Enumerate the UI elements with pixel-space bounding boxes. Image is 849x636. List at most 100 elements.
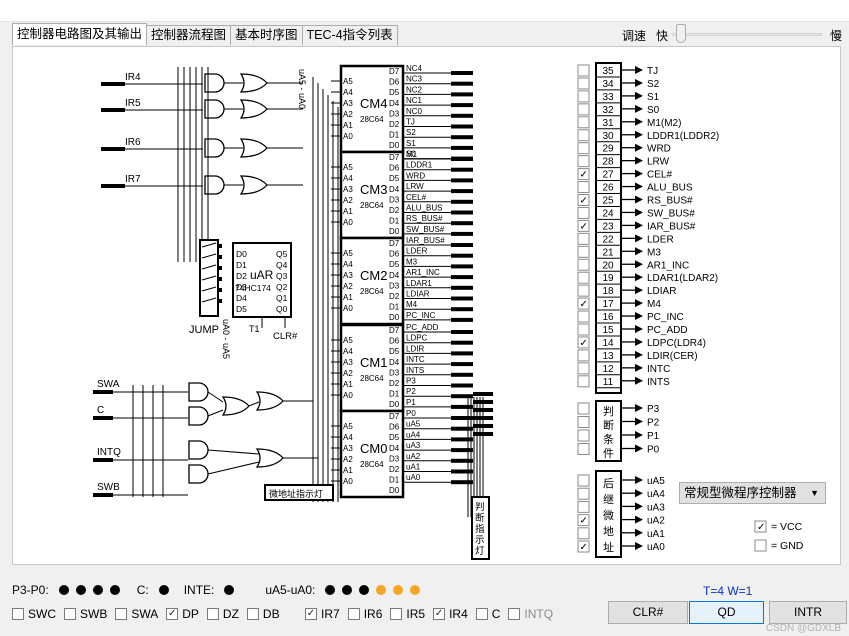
rom-output-label: M1 xyxy=(406,150,418,159)
signal-checkbox-16[interactable] xyxy=(577,310,590,323)
switch-ir7-checkbox[interactable]: ✓ xyxy=(305,608,317,620)
next-checkbox-ua1[interactable] xyxy=(577,527,590,540)
signal-checkbox-33[interactable] xyxy=(577,90,590,103)
tab-flowchart[interactable]: 控制器流程图 xyxy=(146,25,232,45)
signal-checkbox-12[interactable] xyxy=(577,362,590,375)
speed-control: 调速 快 xyxy=(622,27,668,44)
signal-checkbox-18[interactable] xyxy=(577,284,590,297)
judge-checkbox-p0[interactable] xyxy=(577,443,590,455)
or-gate-2 xyxy=(255,391,284,411)
output-lamp xyxy=(451,307,473,312)
switch-swa-checkbox[interactable] xyxy=(115,608,128,620)
signal-checkbox-21[interactable] xyxy=(577,245,590,258)
signal-checkbox-28[interactable] xyxy=(577,155,590,168)
signal-checkbox-24[interactable] xyxy=(577,206,590,219)
rom-data-pin: D3 xyxy=(389,368,400,377)
signal-number-35: 35 xyxy=(602,66,614,77)
qd-button[interactable]: QD xyxy=(689,601,764,624)
output-lamp xyxy=(451,469,473,474)
rom-data-pin: D5 xyxy=(389,174,400,183)
signal-checkbox-34[interactable] xyxy=(577,77,590,90)
signal-checkbox-13[interactable] xyxy=(577,349,590,362)
wire xyxy=(207,391,224,403)
or-gate-ir5 xyxy=(239,99,268,119)
signal-name-22: LDER xyxy=(647,234,674,245)
tab-instruction-list[interactable]: TEC-4指令列表 xyxy=(301,25,398,45)
judge-light-char: 断 xyxy=(475,512,485,524)
rom-addr-pin: A5 xyxy=(343,422,353,431)
next-addr-char: 址 xyxy=(603,540,614,554)
switch-c-checkbox[interactable] xyxy=(475,608,488,620)
tab-timing[interactable]: 基本时序图 xyxy=(230,25,303,45)
switch-ir6-checkbox[interactable] xyxy=(347,608,360,620)
switch-db-checkbox[interactable] xyxy=(246,608,259,620)
signal-checkbox-19[interactable] xyxy=(577,271,590,284)
switch-ir4-checkbox[interactable]: ✓ xyxy=(433,608,446,620)
rom-addr-pin: A1 xyxy=(343,466,353,475)
output-lamp xyxy=(451,458,473,463)
arrow-right-icon xyxy=(635,528,643,537)
signal-checkbox-26[interactable] xyxy=(577,181,590,194)
switch-dp-checkbox[interactable]: ✓ xyxy=(166,608,179,620)
signal-number-23: 23 xyxy=(602,221,614,232)
judge-item-p3: P3 xyxy=(647,404,660,415)
signal-number-34: 34 xyxy=(602,79,614,90)
next-item-ua0: uA0 xyxy=(647,542,665,553)
controller-type-select[interactable]: 常规型微程序控制器 ▼ xyxy=(679,482,826,504)
rom-data-pin: D3 xyxy=(389,281,400,290)
output-lamp xyxy=(451,243,473,247)
switch-swb-checkbox[interactable] xyxy=(64,608,76,620)
signal-checkbox-15[interactable] xyxy=(577,323,590,336)
ir-label-ir7: IR7 xyxy=(125,174,141,185)
rom-addr-pin: A3 xyxy=(343,99,353,108)
rom-addr-pin: A0 xyxy=(343,132,353,141)
jump-pin xyxy=(218,244,222,248)
rom-data-pin: D2 xyxy=(389,379,400,388)
power-checkbox-gnd[interactable] xyxy=(754,539,767,552)
signal-checkbox-29[interactable] xyxy=(577,142,590,155)
rom-output-label: NC4 xyxy=(406,64,423,73)
arrow-right-icon xyxy=(635,66,643,74)
switch-row-right: ✓ IR7 IR6 IR5 ✓ IR4 C INTQ xyxy=(305,607,561,621)
speed-slider-track[interactable] xyxy=(672,33,822,36)
next-checkbox-ua3[interactable] xyxy=(577,500,590,513)
switch-swc-checkbox[interactable] xyxy=(12,608,24,620)
switch-dz-checkbox[interactable] xyxy=(206,608,219,620)
judge-checkbox-p2[interactable] xyxy=(577,416,590,428)
rom-addr-pin: A0 xyxy=(343,391,353,400)
inte-label: INTE: xyxy=(183,583,215,597)
switch-ir5-checkbox[interactable] xyxy=(390,608,403,620)
input-label-swa: SWA xyxy=(97,379,120,390)
tab-circuit[interactable]: 控制器电路图及其输出 xyxy=(12,23,148,45)
rom-output-label: LDIAR xyxy=(406,290,430,299)
rom-data-pin: D2 xyxy=(389,465,400,474)
rom-data-pin: D1 xyxy=(389,390,400,399)
switch-intq-checkbox[interactable] xyxy=(508,608,521,620)
clr-button[interactable]: CLR# xyxy=(608,601,688,624)
signal-checkbox-35[interactable] xyxy=(577,64,590,77)
judge-checkbox-p3[interactable] xyxy=(577,402,590,415)
signal-number-25: 25 xyxy=(602,196,614,207)
signal-checkbox-22[interactable] xyxy=(577,232,590,245)
next-checkbox-ua5[interactable] xyxy=(577,474,590,487)
next-addr-char: 微 xyxy=(603,508,614,522)
signal-name-30: LDDR1(LDDR2) xyxy=(647,131,719,142)
and-gate-swb xyxy=(188,464,209,484)
rom-output-label: NC0 xyxy=(406,107,423,116)
signal-name-19: LDAR1(LDAR2) xyxy=(647,273,718,284)
intr-button[interactable]: INTR xyxy=(769,601,847,624)
signal-checkbox-30[interactable] xyxy=(577,129,590,142)
speed-slider-thumb[interactable] xyxy=(676,24,686,43)
next-checkbox-ua4[interactable] xyxy=(577,487,590,500)
judge-item-p1: P1 xyxy=(647,431,660,442)
judge-lamp xyxy=(473,392,493,396)
signal-checkbox-32[interactable] xyxy=(577,103,590,116)
judge-group-char: 条 xyxy=(603,432,614,446)
judge-checkbox-p1[interactable] xyxy=(577,429,590,442)
signal-checkbox-31[interactable] xyxy=(577,116,590,129)
rom-output-label: P0 xyxy=(406,409,416,418)
signal-checkbox-11[interactable] xyxy=(577,375,590,388)
rom-output-label: S2 xyxy=(406,128,416,137)
signal-number-32: 32 xyxy=(602,105,614,116)
signal-checkbox-20[interactable] xyxy=(577,258,590,271)
